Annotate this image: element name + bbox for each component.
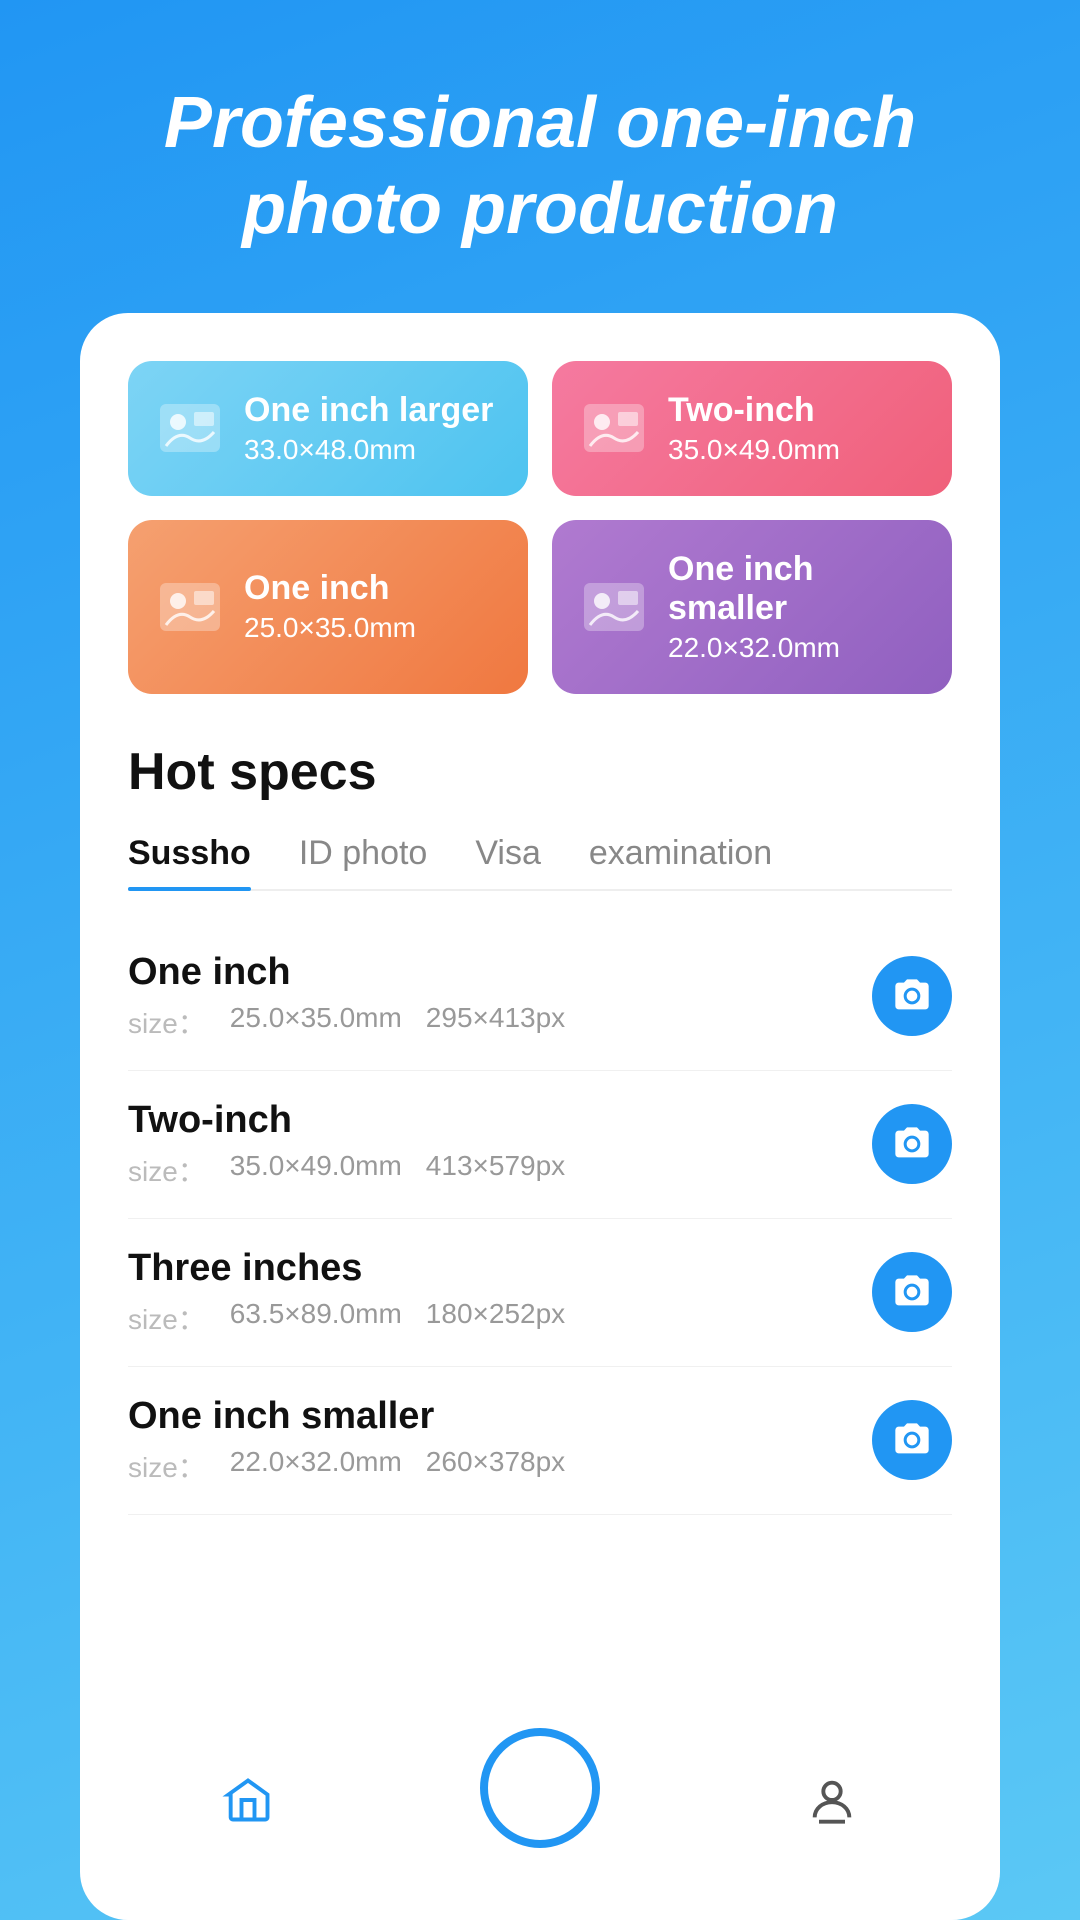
home-nav-btn[interactable] <box>208 1760 288 1840</box>
spec-two-inch-dims: size： 35.0×49.0mm 413×579px <box>128 1150 872 1190</box>
two-inch-text: Two-inch 35.0×49.0mm <box>668 391 840 466</box>
size-grid: One inch larger 33.0×48.0mm Two-inch 35.… <box>128 361 952 694</box>
spec-two-inch-name: Two-inch <box>128 1099 872 1142</box>
spec-three-inches-name: Three inches <box>128 1247 872 1290</box>
spec-two-inch: Two-inch size： 35.0×49.0mm 413×579px <box>128 1071 952 1219</box>
spec-one-inch-name: One inch <box>128 951 872 994</box>
one-inch-smaller-text: One inch smaller 22.0×32.0mm <box>668 550 924 664</box>
one-inch-btn[interactable]: One inch 25.0×35.0mm <box>128 520 528 694</box>
spec-list: One inch size： 25.0×35.0mm 295×413px Two… <box>128 923 952 1736</box>
tab-sussho[interactable]: Sussho <box>128 834 251 889</box>
hot-specs-title: Hot specs <box>128 742 952 802</box>
spec-one-inch-dims: size： 25.0×35.0mm 295×413px <box>128 1002 872 1042</box>
spec-one-inch: One inch size： 25.0×35.0mm 295×413px <box>128 923 952 1071</box>
two-inch-btn[interactable]: Two-inch 35.0×49.0mm <box>552 361 952 496</box>
center-nav-btn[interactable] <box>480 1728 600 1848</box>
tab-id-photo[interactable]: ID photo <box>299 834 428 889</box>
bottom-nav <box>128 1736 952 1872</box>
camera-btn-one-inch[interactable] <box>872 956 952 1036</box>
camera-btn-three-inches[interactable] <box>872 1252 952 1332</box>
spec-one-inch-smaller-dims: size： 22.0×32.0mm 260×378px <box>128 1446 872 1486</box>
main-card: One inch larger 33.0×48.0mm Two-inch 35.… <box>80 313 1000 1920</box>
one-inch-smaller-btn[interactable]: One inch smaller 22.0×32.0mm <box>552 520 952 694</box>
tab-visa[interactable]: Visa <box>475 834 541 889</box>
profile-nav-btn[interactable] <box>792 1760 872 1840</box>
tabs: Sussho ID photo Visa examination <box>128 834 952 891</box>
spec-three-inches-dims: size： 63.5×89.0mm 180×252px <box>128 1298 872 1338</box>
camera-btn-two-inch[interactable] <box>872 1104 952 1184</box>
spec-one-inch-smaller: One inch smaller size： 22.0×32.0mm 260×3… <box>128 1367 952 1515</box>
spec-three-inches: Three inches size： 63.5×89.0mm 180×252px <box>128 1219 952 1367</box>
one-inch-larger-text: One inch larger 33.0×48.0mm <box>244 391 493 466</box>
one-inch-larger-btn[interactable]: One inch larger 33.0×48.0mm <box>128 361 528 496</box>
one-inch-text: One inch 25.0×35.0mm <box>244 569 416 644</box>
hero-title: Professional one-inch photo production <box>0 0 1080 313</box>
camera-btn-one-inch-smaller[interactable] <box>872 1400 952 1480</box>
spec-one-inch-smaller-name: One inch smaller <box>128 1395 872 1438</box>
tab-examination[interactable]: examination <box>589 834 772 889</box>
